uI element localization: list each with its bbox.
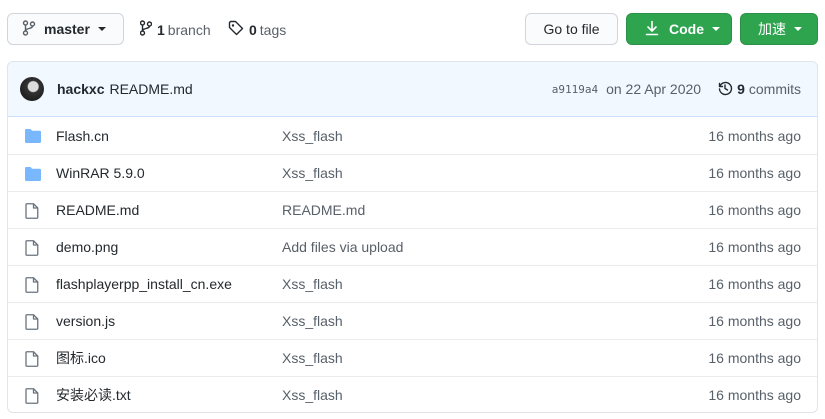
file-name-link[interactable]: version.js (56, 313, 115, 329)
file-commit-message-link[interactable]: Xss_flash (282, 165, 343, 181)
commit-count: 9 (737, 81, 745, 97)
file-browser: hackxc README.md a9119a4 on 22 Apr 2020 … (7, 61, 818, 413)
file-list: Flash.cn Xss_flash 16 months ago WinRAR 5.9… (8, 117, 817, 412)
commit-date: on 22 Apr 2020 (606, 81, 702, 97)
file-row[interactable]: README.md README.md 16 months ago (8, 191, 817, 228)
branches-link[interactable]: 1 branch (139, 20, 211, 39)
commits-history-link[interactable]: 9 commits (717, 80, 801, 99)
branch-select-button[interactable]: master (7, 13, 124, 45)
file-commit-age: 16 months ago (708, 350, 801, 366)
commit-count-label: commits (748, 81, 801, 97)
file-icon (25, 277, 39, 296)
file-name-link[interactable]: README.md (56, 202, 139, 218)
file-commit-message-link[interactable]: Add files via upload (282, 239, 403, 255)
file-name-link[interactable]: WinRAR 5.9.0 (56, 165, 145, 181)
branch-icon (22, 19, 36, 39)
tag-count: 0 (249, 21, 257, 38)
file-commit-age: 16 months ago (708, 276, 801, 292)
tags-link[interactable]: 0 tags (228, 20, 286, 39)
file-name-link[interactable]: demo.png (56, 239, 118, 255)
file-row[interactable]: Flash.cn Xss_flash 16 months ago (8, 117, 817, 154)
branch-name: master (44, 21, 90, 37)
commit-message[interactable]: README.md (109, 81, 192, 97)
file-name-link[interactable]: 图标.ico (56, 348, 106, 368)
file-name-link[interactable]: Flash.cn (56, 128, 109, 144)
file-row[interactable]: demo.png Add files via upload 16 months ag… (8, 228, 817, 265)
file-row[interactable]: WinRAR 5.9.0 Xss_flash 16 months ago (8, 154, 817, 191)
file-icon (25, 203, 39, 222)
file-commit-message-link[interactable]: README.md (282, 202, 365, 218)
file-commit-message-link[interactable]: Xss_flash (282, 350, 343, 366)
branch-count-label: branch (167, 21, 211, 38)
file-commit-age: 16 months ago (708, 239, 801, 255)
file-commit-message-link[interactable]: Xss_flash (282, 276, 343, 292)
file-commit-message-link[interactable]: Xss_flash (282, 387, 343, 403)
file-row[interactable]: flashplayerpp_install_cn.exe Xss_flash 16 … (8, 265, 817, 302)
file-commit-age: 16 months ago (708, 165, 801, 181)
chevron-down-icon (794, 27, 802, 31)
code-button-label: Code (669, 21, 704, 37)
tag-count-label: tags (259, 21, 287, 38)
file-name-link[interactable]: flashplayerpp_install_cn.exe (56, 276, 232, 292)
commit-meta: a9119a4 on 22 Apr 2020 9 commits (552, 62, 801, 116)
download-icon (645, 20, 659, 39)
file-commit-message-link[interactable]: Xss_flash (282, 313, 343, 329)
history-icon (717, 80, 733, 99)
file-commit-age: 16 months ago (708, 387, 801, 403)
code-button[interactable]: Code (626, 13, 732, 45)
branch-count: 1 (157, 21, 165, 38)
commit-sha[interactable]: a9119a4 (552, 83, 598, 96)
file-commit-age: 16 months ago (708, 202, 801, 218)
chevron-down-icon (97, 27, 106, 31)
file-icon (25, 314, 39, 333)
file-row[interactable]: 安装必读.txt Xss_flash 16 months ago (8, 376, 817, 412)
file-row[interactable]: 图标.ico Xss_flash 16 months ago (8, 339, 817, 376)
file-icon (25, 351, 39, 370)
repo-toolbar: master 1 branch 0 tags Go to file Code 加… (0, 0, 825, 60)
tag-icon (228, 20, 244, 39)
file-commit-age: 16 months ago (708, 313, 801, 329)
author-avatar[interactable] (20, 77, 44, 101)
file-row[interactable]: version.js Xss_flash 16 months ago (8, 302, 817, 339)
accelerate-button-label: 加速 (758, 21, 786, 37)
go-to-file-button[interactable]: Go to file (525, 13, 618, 45)
file-name-link[interactable]: 安装必读.txt (56, 385, 131, 405)
file-commit-age: 16 months ago (708, 127, 801, 144)
latest-commit-bar: hackxc README.md a9119a4 on 22 Apr 2020 … (8, 62, 817, 117)
commit-author[interactable]: hackxc (57, 81, 104, 97)
file-commit-message-link[interactable]: Xss_flash (282, 128, 343, 144)
accelerate-button[interactable]: 加速 (740, 13, 818, 45)
folder-icon (25, 129, 41, 146)
file-icon (25, 240, 39, 259)
chevron-down-icon (712, 27, 720, 31)
file-icon (25, 388, 39, 407)
folder-icon (25, 167, 41, 184)
branch-icon (139, 20, 153, 39)
